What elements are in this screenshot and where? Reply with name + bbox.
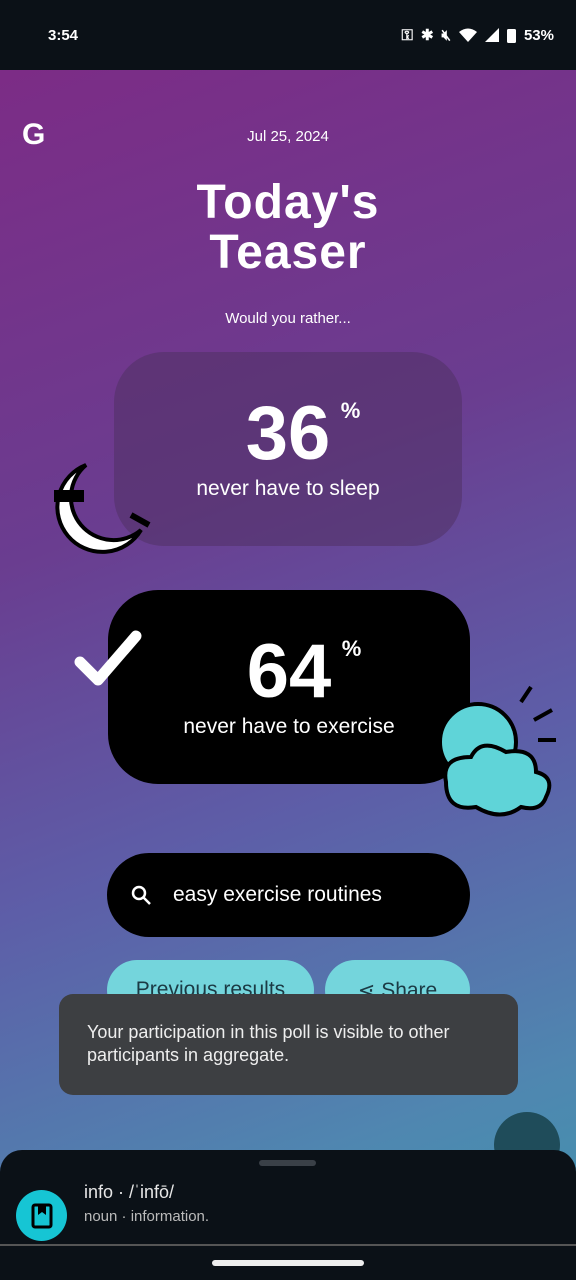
toast-message: Your participation in this poll is visib…: [59, 994, 518, 1095]
search-query: easy exercise routines: [173, 883, 382, 906]
option-percent: 64%: [246, 629, 362, 714]
search-icon: [131, 885, 151, 905]
clock: 3:54: [48, 26, 79, 44]
moon-sticker-icon: [54, 463, 151, 554]
home-gesture-bar[interactable]: [212, 1260, 364, 1266]
bluetooth-icon: ✱: [420, 27, 434, 44]
battery-icon: [506, 28, 516, 43]
title-line: Teaser: [209, 226, 367, 279]
dictionary-bottom-sheet[interactable]: info · /ˈinfō/ noun · information.: [0, 1150, 576, 1280]
signal-icon: [484, 28, 499, 42]
search-suggestion-button[interactable]: easy exercise routines: [107, 853, 470, 937]
wifi-icon: [458, 28, 477, 42]
option-percent: 36%: [245, 391, 361, 476]
poll-option-sleep[interactable]: 36% never have to sleep: [114, 352, 462, 546]
option-label: never have to sleep: [196, 477, 380, 500]
drag-handle[interactable]: [259, 1160, 316, 1166]
title-line: Today's: [196, 176, 380, 229]
mute-icon: 🔇︎: [441, 26, 451, 44]
subtitle: Would you rather...: [225, 310, 351, 327]
dictionary-definition: noun · information.: [84, 1208, 210, 1225]
vpn-key-icon: ⚿: [401, 26, 413, 44]
battery-level: 53%: [523, 26, 554, 44]
status-bar: 3:54 ⚿ ✱ 🔇︎ 53%: [0, 0, 576, 70]
dictionary-word: info · /ˈinfō/: [84, 1182, 175, 1202]
check-icon: [74, 630, 142, 686]
sleeping-cloud-sticker-icon: [438, 685, 556, 817]
dictionary-icon: [16, 1190, 67, 1241]
date: Jul 25, 2024: [247, 128, 329, 145]
page-title: Today's Teaser: [0, 178, 576, 278]
divider: [0, 1244, 576, 1246]
